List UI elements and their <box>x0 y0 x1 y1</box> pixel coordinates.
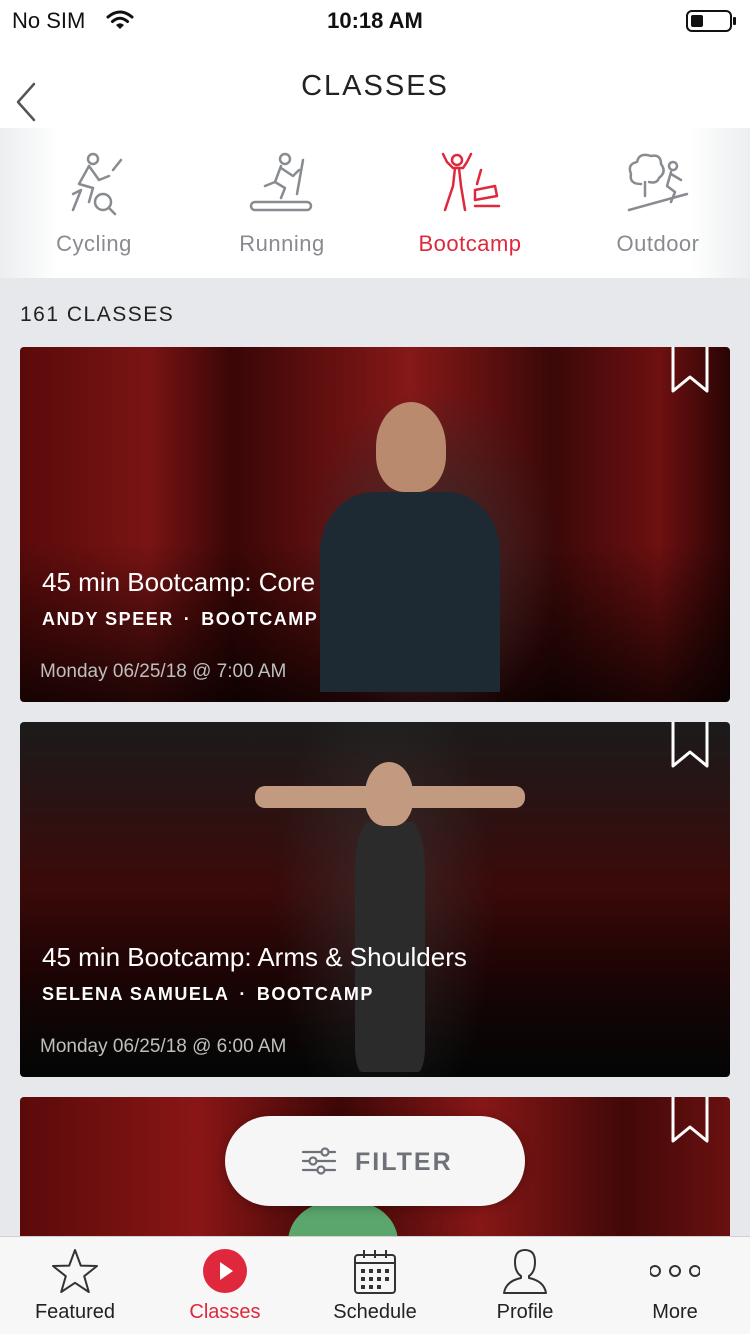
sliders-icon <box>301 1147 337 1175</box>
class-date: Monday 06/25/18 @ 7:00 AM <box>40 661 287 682</box>
page-title: CLASSES <box>301 70 449 102</box>
tab-classes[interactable]: Classes <box>150 1237 300 1334</box>
class-card[interactable]: 45 min Bootcamp: Arms & Shoulders SELENA… <box>20 722 730 1077</box>
filter-label: FILTER <box>355 1148 453 1176</box>
class-meta: ANDY SPEER · BOOTCAMP <box>42 609 318 630</box>
class-thumbnail <box>320 492 500 692</box>
clock: 10:18 AM <box>327 8 423 33</box>
battery-icon <box>686 9 738 38</box>
instructor-head <box>365 762 413 826</box>
instructor-image <box>376 402 446 492</box>
tab-label-outdoor: Outdoor <box>616 231 700 256</box>
tab-bar: Featured Classes Schedule Profile More <box>0 1236 750 1334</box>
tab-label-schedule: Schedule <box>333 1301 417 1323</box>
cycling-icon <box>71 152 123 216</box>
more-dots-icon <box>650 1265 700 1277</box>
class-title: 45 min Bootcamp: Core <box>42 567 316 597</box>
bookmark-icon[interactable] <box>670 1097 710 1145</box>
class-meta: SELENA SAMUELA · BOOTCAMP <box>42 984 374 1005</box>
tab-more[interactable]: More <box>600 1237 750 1334</box>
category-tabs: Cycling Running Bootcamp Outdoor <box>0 128 750 278</box>
tab-label-classes: Classes <box>189 1301 261 1323</box>
calendar-icon <box>354 1250 396 1294</box>
class-title: 45 min Bootcamp: Arms & Shoulders <box>42 942 467 972</box>
tab-label-running: Running <box>239 231 325 256</box>
tab-running[interactable]: Running <box>188 128 376 278</box>
running-icon <box>249 152 313 212</box>
person-icon <box>503 1249 547 1294</box>
tab-label-cycling: Cycling <box>56 231 132 256</box>
bookmark-icon[interactable] <box>670 722 710 770</box>
tab-bootcamp[interactable]: Bootcamp <box>376 128 564 278</box>
bookmark-icon[interactable] <box>670 347 710 395</box>
class-count: 161 CLASSES <box>20 303 175 326</box>
class-date: Monday 06/25/18 @ 6:00 AM <box>40 1036 287 1057</box>
class-type: BOOTCAMP <box>201 609 319 629</box>
tab-label-profile: Profile <box>496 1301 554 1323</box>
tab-label-featured: Featured <box>34 1301 116 1323</box>
meta-separator: · <box>239 984 247 1004</box>
tab-profile[interactable]: Profile <box>450 1237 600 1334</box>
play-circle-icon <box>203 1249 247 1293</box>
star-icon <box>52 1249 98 1293</box>
tab-label-bootcamp: Bootcamp <box>418 231 522 256</box>
tab-cycling[interactable]: Cycling <box>0 128 188 278</box>
bootcamp-icon <box>441 152 501 212</box>
instructor-name: ANDY SPEER <box>42 609 174 629</box>
outdoor-icon <box>627 153 689 212</box>
tab-featured[interactable]: Featured <box>0 1237 150 1334</box>
meta-separator: · <box>183 609 192 629</box>
nav-header: CLASSES <box>0 40 750 128</box>
status-bar: No SIM 10:18 AM <box>0 0 750 40</box>
instructor-name: SELENA SAMUELA <box>42 984 230 1004</box>
tab-schedule[interactable]: Schedule <box>300 1237 450 1334</box>
class-card[interactable]: 45 min Bootcamp: Core ANDY SPEER · BOOTCAM… <box>20 347 730 702</box>
filter-button[interactable]: FILTER <box>225 1116 525 1206</box>
tab-label-more: More <box>652 1301 698 1323</box>
class-type: BOOTCAMP <box>256 984 374 1004</box>
tab-outdoor[interactable]: Outdoor <box>564 128 750 278</box>
